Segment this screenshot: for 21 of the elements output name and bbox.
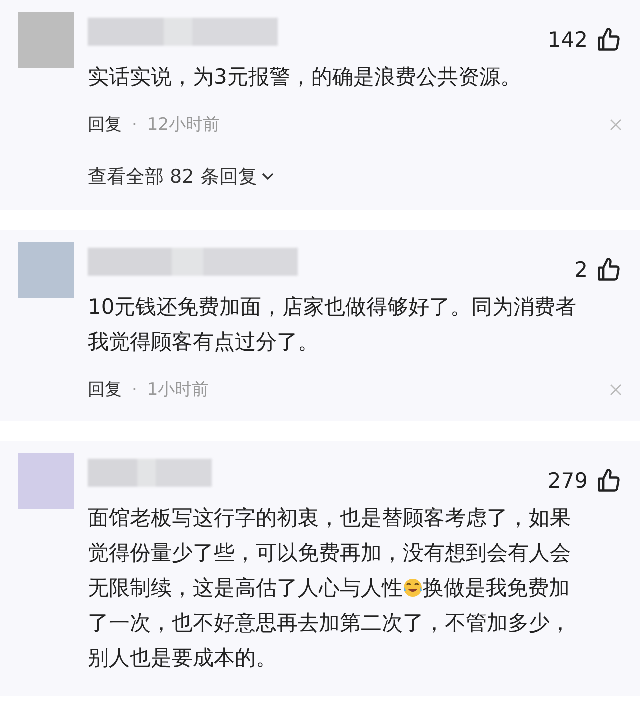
timestamp: 12小时前 [147, 114, 220, 136]
view-all-replies-button[interactable]: 查看全部 82 条回复 [88, 164, 276, 190]
comment-text: 实话实说，为3元报警，的确是浪费公共资源。 [88, 64, 522, 91]
thumbs-up-icon[interactable] [596, 27, 622, 53]
reply-link[interactable]: 回复 [88, 113, 122, 136]
avatar [18, 12, 74, 68]
avatar [18, 453, 74, 509]
laughing-emoji-icon [403, 578, 423, 598]
timestamp: 1小时前 [147, 379, 210, 401]
reply-link[interactable]: 回复 [88, 378, 122, 401]
thumbs-up-icon[interactable] [596, 468, 622, 494]
separator-dot: · [132, 380, 138, 400]
avatar [18, 242, 74, 298]
separator-dot: · [132, 114, 138, 134]
comment-text: 面馆老板写这行字的初衷，也是替顾客考虑了，如果觉得份量少了些，可以免费再加，没有想到会有人会无限制续，这是高估了人心与人性 换做是我免费加了一次，也不好意思再去加第二次了，不管加多少，别人也是要成本的。 [88, 505, 572, 672]
comment-text: 10元钱还免费加面，店家也做得够好了。同为消费者我觉得顾客有点过分了。 [88, 294, 578, 356]
like-count: 279 [548, 469, 588, 493]
thumbs-up-icon[interactable] [596, 257, 622, 283]
like-count: 2 [574, 258, 588, 282]
chevron-down-icon [261, 172, 276, 182]
like-count: 142 [548, 28, 588, 52]
